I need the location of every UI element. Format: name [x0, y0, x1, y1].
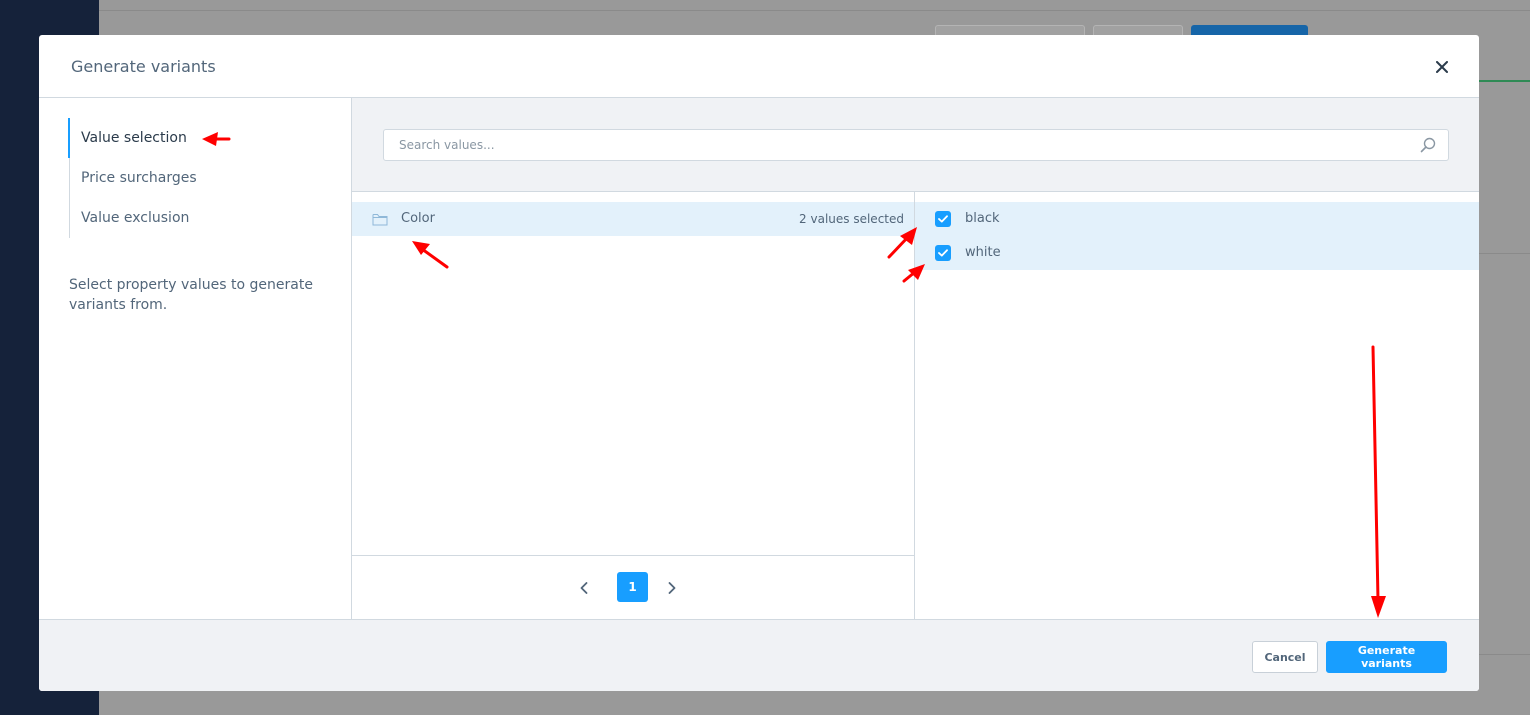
page-number-button[interactable]: 1	[617, 572, 648, 602]
property-values-panel: black white	[915, 192, 1479, 619]
modal-footer: Cancel Generate variants	[39, 619, 1479, 691]
app-divider	[99, 10, 1530, 11]
next-page-button[interactable]	[660, 576, 684, 600]
value-label: white	[965, 245, 1001, 260]
search-input[interactable]	[384, 130, 1419, 160]
search-box	[383, 129, 1449, 161]
value-checkbox[interactable]	[935, 211, 951, 227]
checkmark-icon	[938, 215, 948, 223]
nav-item-price-surcharges[interactable]: Price surcharges	[70, 158, 330, 198]
search-icon[interactable]	[1420, 137, 1436, 153]
modal-header: Generate variants	[39, 35, 1479, 98]
nav-item-value-selection[interactable]: Value selection	[68, 118, 330, 158]
generate-variants-modal: Generate variants Value selection Price …	[39, 35, 1479, 691]
value-checkbox[interactable]	[935, 245, 951, 261]
background-accent-line	[1478, 80, 1530, 82]
nav-item-value-exclusion[interactable]: Value exclusion	[70, 198, 330, 238]
value-row-black[interactable]: black	[915, 202, 1479, 236]
modal-title: Generate variants	[71, 57, 216, 76]
value-label: black	[965, 211, 1000, 226]
checkmark-icon	[938, 249, 948, 257]
app-divider	[1478, 253, 1530, 254]
selection-panels: Color 2 values selected 1 black white	[352, 191, 1479, 619]
property-group-label: Color	[401, 211, 435, 226]
cancel-button[interactable]: Cancel	[1252, 641, 1318, 673]
folder-icon	[372, 214, 388, 226]
step-nav: Value selection Price surcharges Value e…	[68, 118, 330, 238]
property-groups-panel: Color 2 values selected 1	[352, 192, 915, 619]
pagination: 1	[352, 555, 914, 619]
close-button[interactable]	[1427, 53, 1457, 81]
property-group-row[interactable]: Color 2 values selected	[352, 202, 914, 236]
close-icon	[1436, 61, 1448, 73]
value-row-white[interactable]: white	[915, 236, 1479, 270]
prev-page-button[interactable]	[572, 576, 596, 600]
chevron-left-icon	[580, 582, 588, 594]
chevron-right-icon	[668, 582, 676, 594]
selected-count: 2 values selected	[799, 212, 904, 226]
modal-sidebar: Value selection Price surcharges Value e…	[39, 98, 352, 619]
values-list: black white	[915, 202, 1479, 270]
modal-content: Color 2 values selected 1	[352, 98, 1479, 619]
generate-variants-button[interactable]: Generate variants	[1326, 641, 1447, 673]
sidebar-description: Select property values to generate varia…	[69, 277, 313, 313]
